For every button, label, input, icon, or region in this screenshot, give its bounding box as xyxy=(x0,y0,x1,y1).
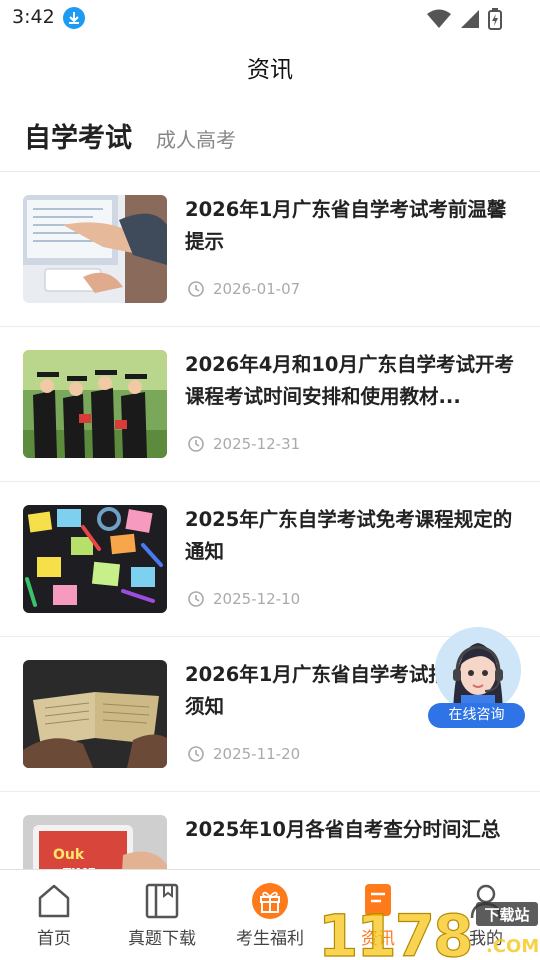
clock-icon xyxy=(188,746,204,762)
category-tabs: 自学考试 成人高考 xyxy=(24,116,236,155)
online-consult-button[interactable]: 在线咨询 xyxy=(427,627,527,731)
article-thumbnail xyxy=(23,195,167,303)
article-title: 2026年1月广东省自学考试考前温馨提示 xyxy=(185,198,507,253)
download-notification-icon xyxy=(63,7,85,29)
article-date-row: 2025-11-20 xyxy=(187,745,300,763)
list-item[interactable]: 2025年广东自学考试免考课程规定的通知 2025-12-10 xyxy=(0,482,540,637)
nav-item-exam-download[interactable]: 真题下载 xyxy=(108,882,216,949)
watermark-number: 1178 xyxy=(318,902,471,960)
nav-label: 真题下载 xyxy=(128,929,196,949)
home-icon xyxy=(38,884,70,918)
article-thumbnail xyxy=(23,350,167,458)
nav-label: 首页 xyxy=(37,929,71,949)
gift-icon xyxy=(252,883,288,919)
status-bar: 3:42 xyxy=(0,0,540,38)
article-list: 2026年1月广东省自学考试考前温馨提示 2026-01-07 2026年4月和… xyxy=(0,172,540,947)
watermark-suffix: .COM xyxy=(486,936,539,957)
watermark-sub: 下载站 xyxy=(484,906,529,924)
article-date: 2026-01-07 xyxy=(213,280,301,298)
nav-label: 考生福利 xyxy=(236,929,304,949)
status-time: 3:42 xyxy=(12,6,55,28)
site-watermark: 1178 下载站 .COM xyxy=(316,896,540,960)
svg-text:Ouk: Ouk xyxy=(53,847,85,863)
article-date-row: 2025-12-10 xyxy=(187,590,300,608)
article-thumbnail xyxy=(23,660,167,768)
nav-item-home[interactable]: 首页 xyxy=(0,882,108,949)
clock-icon xyxy=(188,591,204,607)
signal-icon xyxy=(461,10,479,28)
article-date: 2025-11-20 xyxy=(213,745,301,763)
article-date: 2025-12-10 xyxy=(213,590,301,608)
list-item[interactable]: 2026年4月和10月广东自学考试开考课程考试时间安排和使用教材... 2025… xyxy=(0,327,540,482)
list-item[interactable]: 2026年1月广东省自学考试考前温馨提示 2026-01-07 xyxy=(0,172,540,327)
article-date-row: 2026-01-07 xyxy=(187,280,300,298)
article-date: 2025-12-31 xyxy=(213,435,301,453)
page-title: 资讯 xyxy=(247,57,293,83)
article-title: 2026年4月和10月广东自学考试开考课程考试时间安排和使用教材... xyxy=(185,353,514,408)
article-title: 2025年10月各省自考查分时间汇总 xyxy=(185,818,501,841)
book-icon xyxy=(145,883,179,919)
consult-label: 在线咨询 xyxy=(428,703,525,728)
nav-item-welfare[interactable]: 考生福利 xyxy=(216,882,324,949)
battery-icon xyxy=(488,8,502,30)
tab-self-study-exam[interactable]: 自学考试 xyxy=(24,116,132,155)
tab-adult-college-exam[interactable]: 成人高考 xyxy=(156,124,236,153)
wifi-icon xyxy=(427,9,451,28)
clock-icon xyxy=(188,436,204,452)
consultant-avatar xyxy=(435,627,521,713)
clock-icon xyxy=(188,281,204,297)
article-thumbnail xyxy=(23,505,167,613)
status-icons xyxy=(426,8,502,30)
article-title: 2025年广东自学考试免考课程规定的通知 xyxy=(185,508,513,563)
article-date-row: 2025-12-31 xyxy=(187,435,300,453)
